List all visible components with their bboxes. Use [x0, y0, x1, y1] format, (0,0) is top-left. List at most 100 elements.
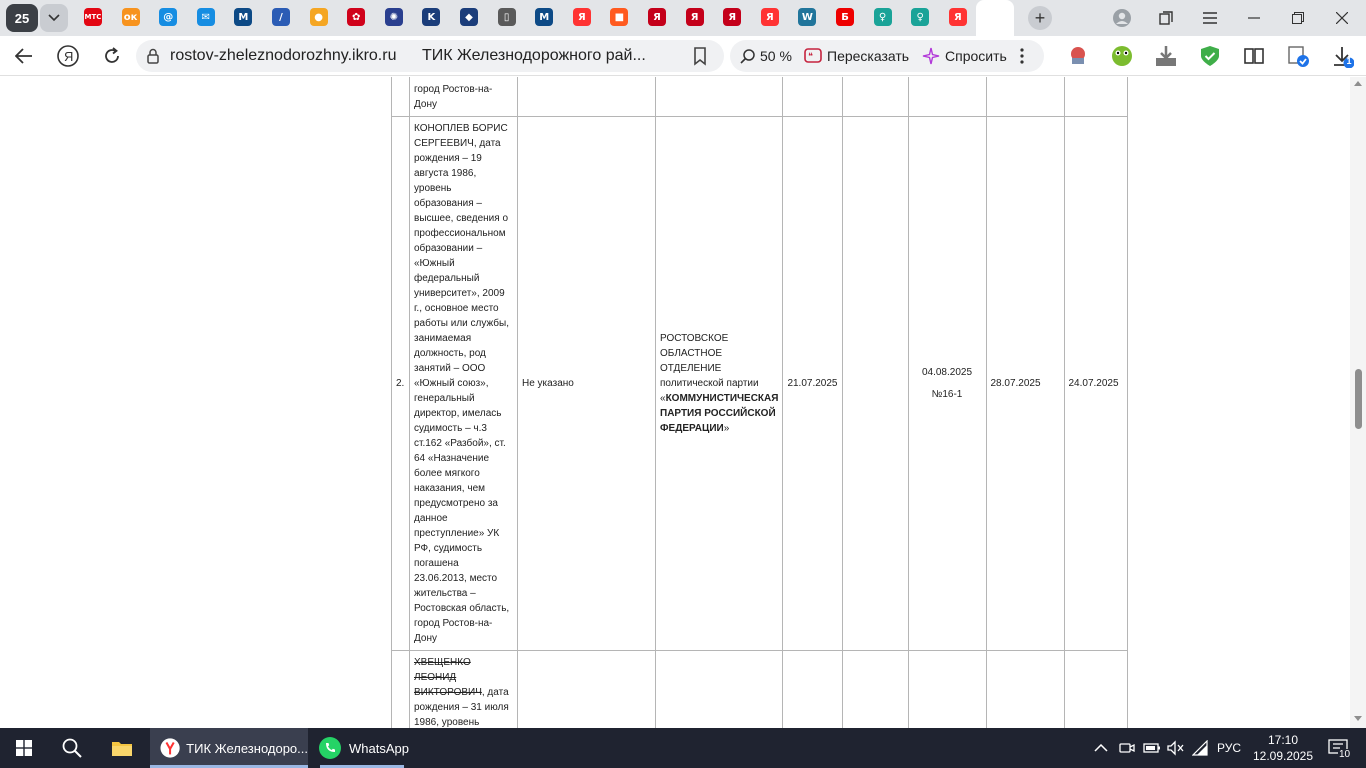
downloads-button[interactable]: 1 [1330, 44, 1355, 69]
taskbar-browser-task[interactable]: ТИК Железнодоро... [150, 728, 308, 768]
tab-counter-button[interactable]: 25 [6, 4, 38, 32]
extension-mascot-icon[interactable] [1066, 44, 1090, 68]
date-cell-2 [841, 116, 909, 651]
file-explorer-button[interactable] [98, 728, 146, 768]
zoom-level: 50 % [760, 48, 792, 64]
close-icon [1336, 12, 1348, 24]
slash-tab-favicon[interactable]: / [272, 8, 290, 26]
tray-volume-mute-icon[interactable] [1167, 728, 1185, 768]
tray-clock[interactable]: 17:10 12.09.2025 [1252, 728, 1314, 768]
red-black-tab-2-favicon[interactable]: Я [685, 8, 704, 26]
svg-text:Я: Я [64, 49, 73, 64]
nominator-suffix: » [723, 423, 730, 434]
red-black-tab-1-favicon[interactable]: Я [648, 8, 666, 26]
ask-button[interactable]: Спросить [922, 40, 1007, 72]
decision-number: №16-1 [931, 389, 963, 400]
candidate-bio-cell: КОНОПЛЕВ БОРИС СЕРГЕЕВИЧ, дата рождения … [409, 116, 518, 651]
odnoklassniki-tab-favicon[interactable]: ок [121, 8, 140, 26]
search-button[interactable] [48, 728, 96, 768]
restore-icon [1292, 12, 1304, 24]
yandex-tab-1-favicon[interactable]: Я [572, 8, 591, 26]
mail-envelope-tab-favicon[interactable]: ✉ [196, 8, 215, 26]
close-window-button[interactable] [1320, 0, 1364, 36]
collections-button[interactable] [1144, 0, 1188, 36]
row-number: 2. [391, 116, 410, 651]
ask-sparkle-icon [922, 47, 940, 65]
extension-puzzle-icon[interactable] [1242, 44, 1266, 68]
minimize-button[interactable] [1232, 0, 1276, 36]
extension-shield-icon[interactable] [1198, 44, 1222, 68]
downloads-badge: 1 [1346, 56, 1352, 66]
tray-meet-icon[interactable] [1119, 728, 1135, 768]
windows-logo-icon [16, 740, 32, 756]
tray-language[interactable]: РУС [1217, 728, 1241, 768]
taskbar-whatsapp-task[interactable]: WhatsApp [312, 728, 412, 768]
extension-download-icon[interactable] [1154, 44, 1178, 68]
arrow-left-icon [15, 48, 32, 64]
zoom-button[interactable]: 50 % [740, 40, 792, 72]
scroll-thumb[interactable] [1355, 369, 1362, 429]
decision-cell: 04.08.2025 №16-1 [907, 116, 987, 651]
url-text[interactable]: rostov-zheleznodorozhny.ikro.ru [170, 47, 396, 65]
wordpress-tab-favicon[interactable]: W [798, 8, 817, 26]
nominator-party: КОММУНИСТИЧЕСКАЯ ПАРТИЯ РОССИЙСКОЙ ФЕДЕР… [660, 393, 779, 434]
tray-network-icon[interactable] [1192, 728, 1208, 768]
reload-icon [105, 47, 119, 63]
ask-label: Спросить [945, 48, 1007, 64]
browser-toolbar: Я rostov-zheleznodorozhny.ikro.ru ТИК Же… [0, 36, 1366, 76]
candidate-bio-cell: город Ростов-на-Дону [409, 77, 518, 117]
date-cell-1: 21.07.2025 [782, 116, 843, 651]
address-bar[interactable]: rostov-zheleznodorozhny.ikro.ru ТИК Желе… [136, 40, 724, 72]
red-b-tab-favicon[interactable]: Б [836, 8, 854, 26]
lock-icon[interactable] [144, 47, 162, 65]
yandex-tab-3-favicon[interactable]: Я [948, 8, 967, 26]
red-black-tab-3-favicon[interactable]: Я [723, 8, 742, 26]
status-cell: Не указано [517, 116, 656, 651]
orange-square-tab-favicon[interactable]: ■ [610, 8, 629, 26]
back-button[interactable] [12, 44, 36, 68]
atom-tab-favicon[interactable]: ✺ [384, 8, 403, 26]
extension-frog-icon[interactable] [1110, 44, 1134, 68]
reload-button[interactable] [100, 44, 124, 68]
profile-button[interactable] [1100, 0, 1144, 36]
mts-tab-favicon[interactable]: МТС [84, 8, 102, 26]
mail-at-tab-favicon[interactable]: @ [159, 8, 178, 26]
chevron-up-icon [1094, 744, 1108, 752]
yandex-browser-icon [160, 738, 180, 758]
extension-blue-check-icon[interactable] [1286, 44, 1310, 68]
kebab-menu-icon [1020, 48, 1024, 64]
m-tab-1-favicon[interactable]: M [234, 8, 253, 26]
collections-icon [1159, 11, 1173, 25]
teal-tab-1-favicon[interactable]: ♀ [873, 8, 892, 26]
zoom-icon [740, 49, 755, 64]
page-scrollbar[interactable] [1350, 77, 1366, 728]
restore-button[interactable] [1276, 0, 1320, 36]
start-button[interactable] [0, 728, 48, 768]
more-actions-button[interactable] [1020, 40, 1024, 72]
date-cell-4: 24.07.2025 [1063, 116, 1128, 651]
menu-button[interactable] [1188, 0, 1232, 36]
scroll-up-icon[interactable] [1354, 81, 1362, 86]
notifications-button[interactable]: 10 [1322, 728, 1354, 768]
tray-battery-icon[interactable] [1143, 728, 1161, 768]
teal-tab-2-favicon[interactable]: ♀ [911, 8, 930, 26]
document-tab-favicon[interactable]: ▯ [497, 8, 516, 26]
active-tab[interactable] [976, 0, 1014, 36]
yandex-tab-2-favicon[interactable]: Я [760, 8, 779, 26]
yandex-button[interactable]: Я [56, 44, 80, 68]
red-figure-tab-favicon[interactable]: ✿ [347, 8, 366, 26]
m-tab-2-favicon[interactable]: M [535, 8, 554, 26]
chevron-down-icon [48, 14, 60, 22]
retell-icon: ❝ [804, 48, 822, 63]
scroll-down-icon[interactable] [1354, 716, 1362, 721]
bookmark-icon[interactable] [690, 46, 710, 66]
decision-date: 04.08.2025 [921, 367, 973, 378]
tabs-dropdown-button[interactable] [40, 4, 68, 32]
vote-tab-favicon[interactable]: ◆ [460, 8, 478, 26]
new-tab-button[interactable]: + [1028, 6, 1052, 30]
browser-task-label: ТИК Железнодоро... [186, 740, 308, 756]
fire-tab-favicon[interactable]: ● [309, 8, 328, 26]
k-tab-favicon[interactable]: K [422, 8, 441, 26]
retell-button[interactable]: ❝ Пересказать [804, 40, 909, 72]
tray-expand-button[interactable] [1094, 728, 1108, 768]
